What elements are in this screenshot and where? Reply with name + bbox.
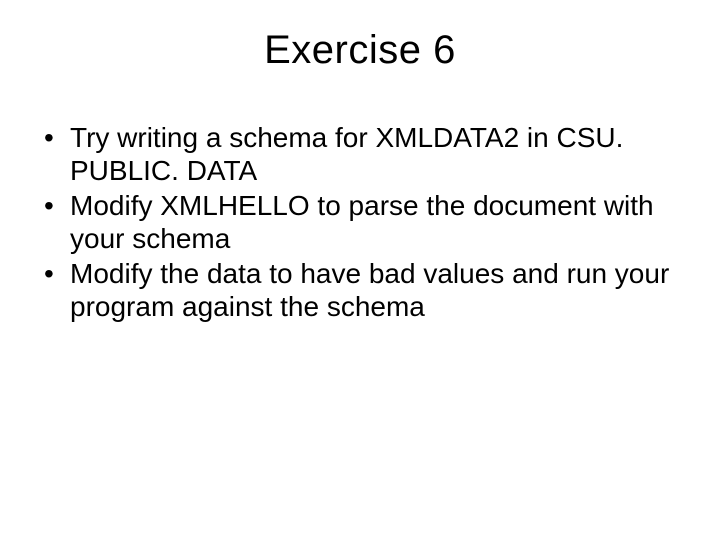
slide: Exercise 6 Try writing a schema for XMLD… xyxy=(0,0,720,540)
list-item: Try writing a schema for XMLDATA2 in CSU… xyxy=(40,121,680,187)
slide-title: Exercise 6 xyxy=(30,28,690,73)
bullet-list: Try writing a schema for XMLDATA2 in CSU… xyxy=(30,121,690,323)
list-item: Modify the data to have bad values and r… xyxy=(40,257,680,323)
list-item: Modify XMLHELLO to parse the document wi… xyxy=(40,189,680,255)
